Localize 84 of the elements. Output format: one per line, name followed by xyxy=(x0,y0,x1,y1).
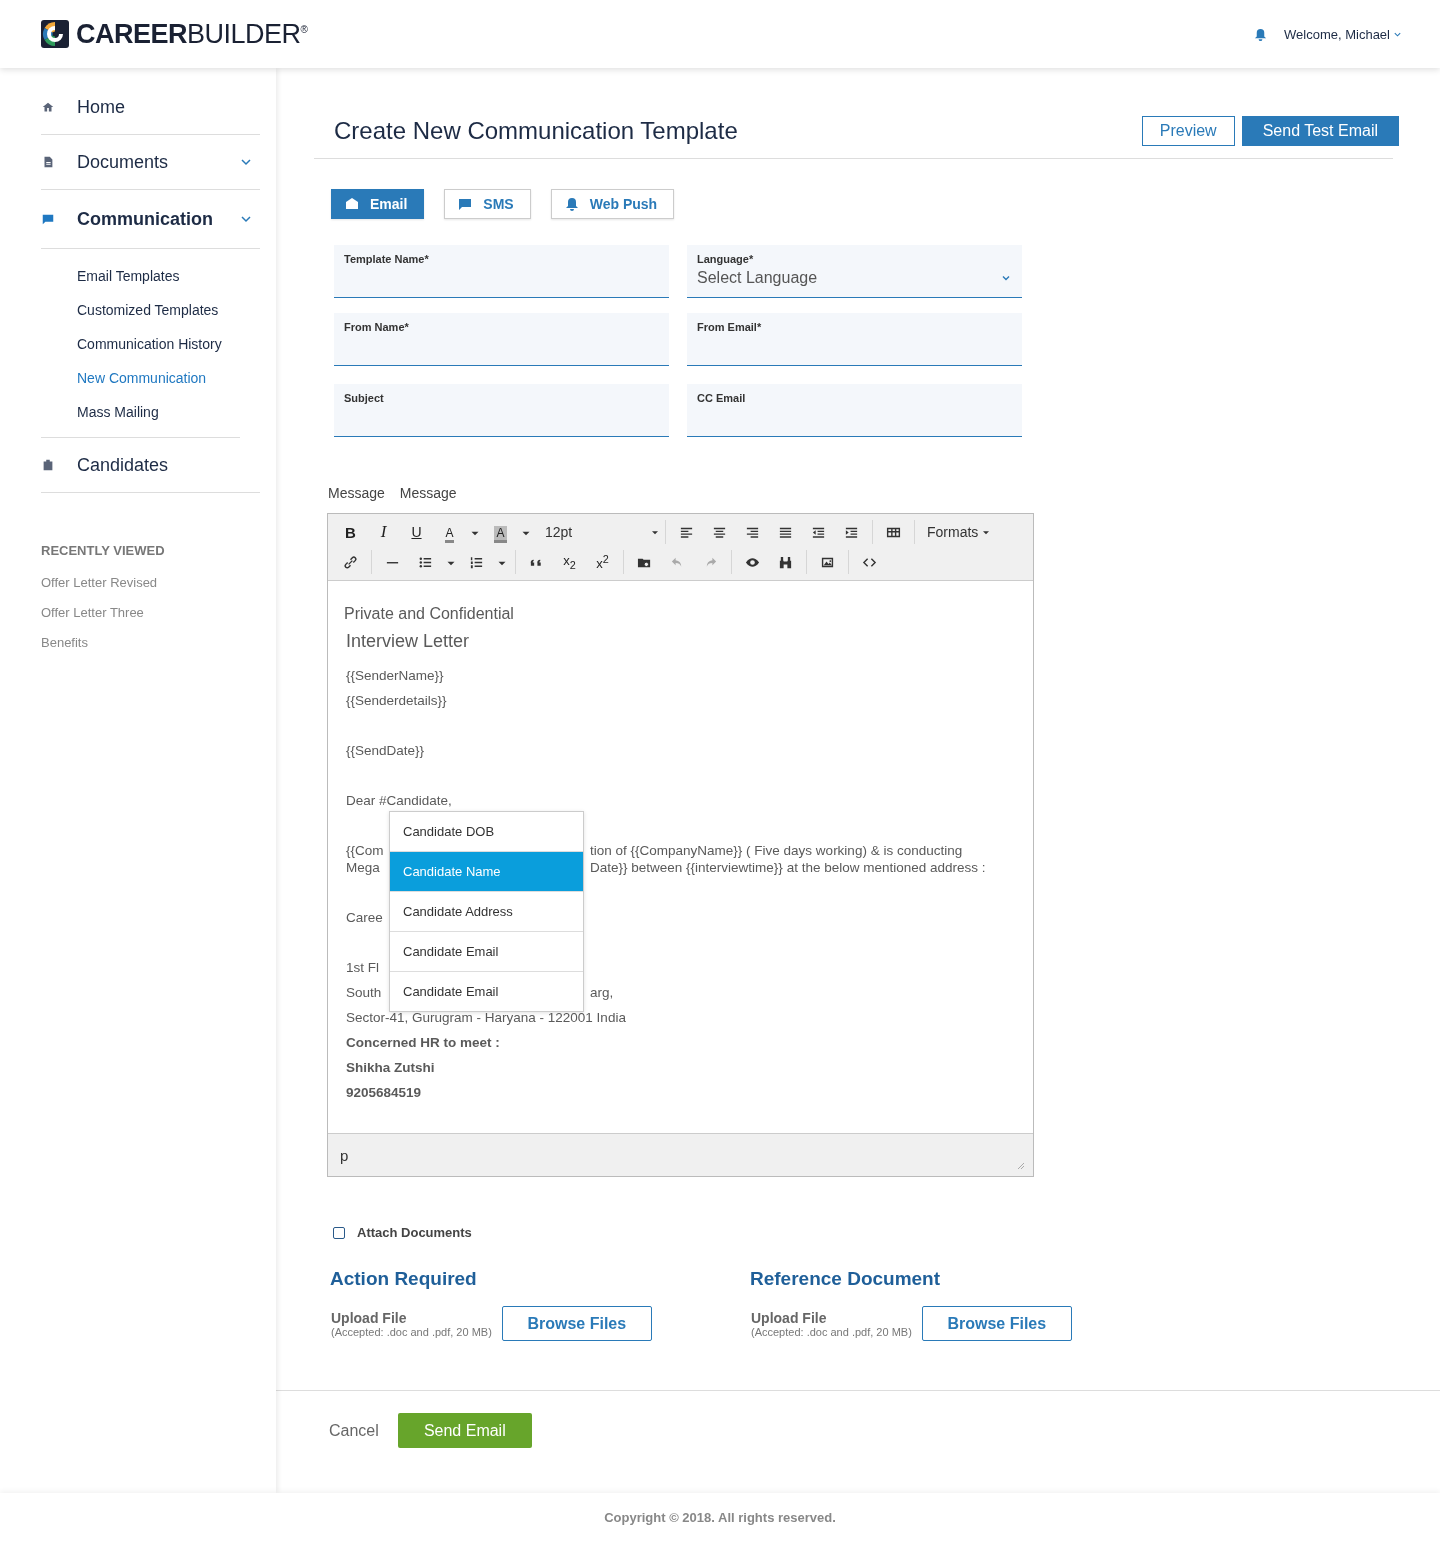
letter-text: 9205684519 xyxy=(346,1085,422,1100)
format-button[interactable]: B xyxy=(334,519,367,545)
checkbox[interactable] xyxy=(333,1226,345,1239)
select-value: Select Language xyxy=(697,269,818,287)
preview-button[interactable]: Preview xyxy=(1141,116,1235,146)
letter-text: Sector-41, Gurugram - Haryana - 122001 India xyxy=(346,1010,626,1025)
user-menu[interactable]: Welcome, Michael xyxy=(1284,26,1402,42)
letter-text: arg, xyxy=(590,984,614,1002)
letter-text: {{SenderName}} xyxy=(346,668,444,683)
recent-link[interactable]: Offer Letter Three xyxy=(41,598,260,628)
nav-item[interactable]: Home xyxy=(41,80,260,135)
chat-icon xyxy=(41,212,55,226)
chat-icon xyxy=(457,196,474,212)
letter-text: Dear #Candidate, xyxy=(346,793,452,808)
sub-nav-item[interactable]: Mass Mailing xyxy=(77,395,240,429)
home-icon xyxy=(41,100,55,114)
send-test-button[interactable]: Send Test Email xyxy=(1241,116,1399,146)
format-button[interactable]: A xyxy=(484,519,517,545)
field-label: From Email* xyxy=(697,321,763,333)
nav-item[interactable]: Candidates xyxy=(41,438,260,493)
sub-nav-item[interactable]: Email Templates xyxy=(77,259,240,293)
upload-label: Upload File xyxy=(331,1309,408,1326)
recent-link[interactable]: Benefits xyxy=(41,628,260,658)
letter-text: Shikha Zutshi xyxy=(346,1060,435,1075)
letter-text: {{SendDate}} xyxy=(346,743,425,758)
field-label: Message xyxy=(328,485,385,501)
input-field[interactable]: Language* Select Language xyxy=(687,245,1022,298)
upload-label: Upload File xyxy=(751,1309,828,1326)
channel-tab[interactable]: Email xyxy=(331,189,425,219)
field-label: Subject xyxy=(344,392,385,404)
page-title: Create New Communication Template xyxy=(334,117,738,145)
letter-text: Concerned HR to meet : xyxy=(346,1035,500,1050)
input-field[interactable]: Subject xyxy=(334,384,669,437)
channel-tab[interactable]: SMS xyxy=(444,189,531,219)
font-size-select[interactable]: 12pt xyxy=(535,524,661,540)
input-field[interactable]: From Name* xyxy=(334,313,669,366)
section-title: Reference Document xyxy=(750,1268,942,1290)
badge-icon xyxy=(41,458,55,472)
format-button[interactable]: A xyxy=(433,519,466,545)
letter-text: Caree xyxy=(346,909,383,927)
nav-item[interactable]: Documents xyxy=(41,135,260,190)
letter-text: Date}} between {{interviewtime}} at the below mentioned address : xyxy=(590,859,986,876)
sub-nav-item[interactable]: Customized Templates xyxy=(77,293,240,327)
letter-text: tion of {{CompanyName}} ( Five days working) & is conducting xyxy=(590,842,963,859)
suggestion-item[interactable]: Candidate Email xyxy=(390,932,583,972)
input-field[interactable]: Template Name* xyxy=(334,245,669,298)
field-label: Message xyxy=(399,485,457,501)
element-path: p xyxy=(340,1146,349,1164)
section-title: RECENTLY VIEWED xyxy=(41,543,166,558)
browse-files-button[interactable]: Browse Files xyxy=(921,1306,1072,1341)
suggestion-item[interactable]: Candidate Email xyxy=(390,972,583,1011)
input-field[interactable]: CC Email xyxy=(687,384,1022,437)
resize-handle-icon[interactable] xyxy=(1015,1160,1025,1170)
field-label: From Name* xyxy=(344,321,410,333)
logo-icon xyxy=(40,19,70,49)
field-label: CC Email xyxy=(697,392,747,404)
formats-menu[interactable]: Formats xyxy=(919,524,1001,540)
upload-hint: (Accepted: .doc and .pdf, 20 MB) xyxy=(331,1325,492,1338)
recent-link[interactable]: Offer Letter Revised xyxy=(41,568,260,598)
copyright-text: Copyright © 2018. All rights reserved. xyxy=(604,1510,836,1525)
section-title: Action Required xyxy=(330,1268,478,1290)
field-label: Template Name* xyxy=(344,253,430,265)
letter-text: Interview Letter xyxy=(346,631,470,651)
field-label: Language* xyxy=(697,253,755,265)
checkbox-label: Attach Documents xyxy=(357,1225,472,1240)
letter-text: Private and Confidential xyxy=(344,605,514,622)
format-button[interactable]: I xyxy=(367,519,400,545)
nav-item[interactable]: Communication xyxy=(41,190,260,249)
cancel-button[interactable]: Cancel xyxy=(329,1421,379,1440)
letter-text: 1st Fl xyxy=(346,959,379,977)
format-button[interactable]: x$^{2}$ xyxy=(586,549,619,575)
channel-tab[interactable]: Web Push xyxy=(550,189,675,219)
letter-text: Mega xyxy=(346,859,380,876)
suggestion-item[interactable]: Candidate Address xyxy=(390,892,583,932)
input-field[interactable]: From Email* xyxy=(687,313,1022,366)
sub-nav-item[interactable]: Communication History xyxy=(77,327,240,361)
letter-text: South xyxy=(346,984,382,1002)
upload-hint: (Accepted: .doc and .pdf, 20 MB) xyxy=(751,1325,912,1338)
browse-files-button[interactable]: Browse Files xyxy=(501,1306,652,1341)
format-button[interactable]: U xyxy=(400,519,433,545)
letter-text: {{Senderdetails}} xyxy=(346,693,447,708)
sub-nav-item[interactable]: New Communication xyxy=(77,361,240,395)
format-button[interactable]: x$_{2}$ xyxy=(553,549,586,575)
letter-text: {{Com xyxy=(346,842,384,859)
